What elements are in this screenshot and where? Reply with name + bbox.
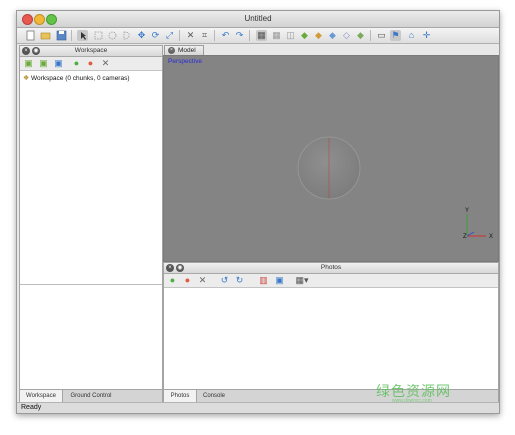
workspace-pane-header: × ◉ Workspace [20, 46, 162, 57]
move-object-icon[interactable]: ✥ [136, 30, 147, 41]
reset-masks-icon[interactable]: ▥ [258, 275, 269, 286]
model-textured-icon[interactable]: ◆ [313, 30, 324, 41]
model-viewport[interactable]: Perspective Y X Z [163, 55, 499, 262]
photos-pane-header: × ◉ Photos [164, 263, 498, 274]
disable-icon[interactable]: ● [85, 58, 96, 69]
main-toolbar: ✥ ⟳ ⤢ ✕ ⌗ ↶ ↷ ▦ ▦ ◫ ◆ ◆ ◆ ◇ ◆ ▭ ⚑ ⌂ ✛ [17, 28, 499, 44]
show-markers-icon[interactable]: ⚑ [390, 30, 401, 41]
tab-photos[interactable]: Photos [164, 390, 197, 402]
tab-workspace[interactable]: Workspace [20, 390, 63, 402]
enable-icon[interactable]: ● [71, 58, 82, 69]
new-document-icon[interactable] [25, 30, 36, 41]
crop-selection-icon[interactable]: ⌗ [199, 30, 210, 41]
tab-console[interactable]: Console [197, 390, 231, 402]
undo-icon[interactable]: ↶ [220, 30, 231, 41]
model-shaded-icon[interactable]: ◆ [327, 30, 338, 41]
workspace-tab-bar: Workspace Ground Control [20, 389, 162, 402]
reset-view-icon[interactable]: ✛ [421, 30, 432, 41]
add-folder-icon[interactable]: ▣ [53, 58, 64, 69]
photos-pane-title: Photos [320, 264, 342, 271]
svg-text:X: X [489, 234, 493, 240]
workspace-tree: ❖ Workspace (0 chunks, 0 cameras) [23, 74, 130, 82]
import-masks-icon[interactable]: ▣ [274, 275, 285, 286]
enable-cameras-icon[interactable]: ● [167, 275, 178, 286]
circle-selection-icon[interactable] [107, 30, 118, 41]
remove-item-icon[interactable]: ✕ [100, 58, 111, 69]
tab-ground-control[interactable]: Ground Control [63, 390, 119, 402]
view-mode-dropdown-icon[interactable]: ▦▾ [294, 275, 310, 286]
workspace-toolbar: ▣ ▣ ▣ ● ● ✕ [20, 57, 162, 71]
title-bar: Untitled [17, 11, 499, 28]
dense-cloud-icon[interactable]: ▦ [271, 30, 282, 41]
rectangle-selection-icon[interactable] [93, 30, 104, 41]
workspace-pane: × ◉ Workspace ▣ ▣ ▣ ● ● ✕ ❖ Workspace (0 … [19, 45, 163, 403]
point-cloud-icon[interactable]: ▦ [256, 30, 267, 41]
workspace-pane-title: Workspace [74, 47, 108, 54]
svg-text:Y: Y [465, 208, 469, 214]
disable-cameras-icon[interactable]: ● [182, 275, 193, 286]
delete-selection-icon[interactable]: ✕ [185, 30, 196, 41]
free-form-selection-icon[interactable] [121, 30, 132, 41]
viewport-canvas: Y X Z [297, 136, 493, 240]
rotate-object-icon[interactable]: ⟳ [150, 30, 161, 41]
resize-object-icon[interactable]: ⤢ [164, 30, 175, 41]
close-tab-icon[interactable]: × [168, 47, 175, 54]
properties-area [20, 284, 162, 389]
add-photos-icon[interactable]: ▣ [38, 58, 49, 69]
model-solid-icon[interactable]: ◆ [299, 30, 310, 41]
navigation-sphere [297, 136, 361, 200]
svg-text:Z: Z [463, 234, 467, 240]
open-folder-icon[interactable] [40, 30, 51, 41]
axis-gizmo: Y X Z [463, 208, 493, 240]
model-confidence-icon[interactable]: ◇ [341, 30, 352, 41]
save-icon[interactable] [56, 30, 67, 41]
rotate-left-icon[interactable]: ↺ [219, 275, 230, 286]
status-text: Ready [21, 404, 42, 411]
rotate-right-icon[interactable]: ↻ [234, 275, 245, 286]
show-cameras-icon[interactable]: ▭ [376, 30, 387, 41]
photos-toolbar: ● ● ✕ ↺ ↻ ▥ ▣ ▦▾ [164, 274, 498, 288]
window-title: Untitled [244, 14, 272, 23]
show-region-icon[interactable]: ⌂ [406, 30, 417, 41]
workspace-icon: ❖ [23, 75, 30, 82]
navigation-tool-icon[interactable] [77, 30, 88, 41]
tiled-model-icon[interactable]: ◆ [355, 30, 366, 41]
app-window: Untitled ✥ ⟳ ⤢ ✕ ⌗ ↶ ↷ ▦ ▦ ◫ ◆ ◆ ◆ ◇ ◆ ▭… [16, 10, 500, 414]
model-wireframe-icon[interactable]: ◫ [285, 30, 296, 41]
tree-item-workspace[interactable]: Workspace (0 chunks, 0 cameras) [31, 75, 130, 82]
add-chunk-icon[interactable]: ▣ [23, 58, 34, 69]
redo-icon[interactable]: ↷ [234, 30, 245, 41]
remove-cameras-icon[interactable]: ✕ [197, 275, 208, 286]
watermark-url: www.downcc.com [392, 398, 432, 404]
